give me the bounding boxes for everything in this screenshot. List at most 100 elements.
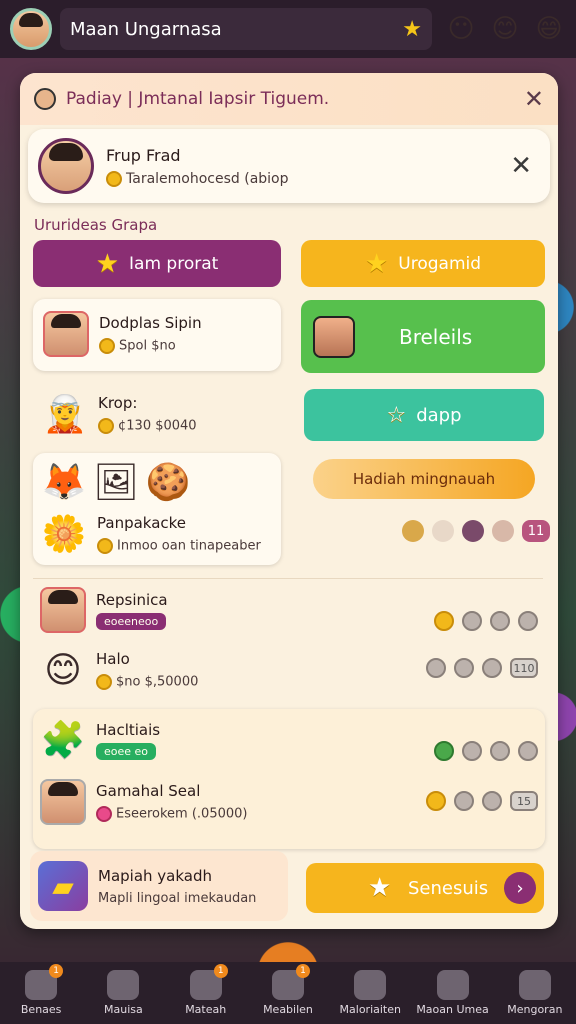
panel-header: Padiay | Jmtanal Iapsir Tiguem. ✕ bbox=[20, 73, 558, 125]
dot-icon[interactable] bbox=[402, 520, 424, 542]
dot-icon bbox=[462, 741, 482, 761]
item-name: Dodplas Sipin bbox=[99, 314, 202, 332]
star-outline-icon: ☆ bbox=[386, 402, 407, 428]
dot-icon bbox=[462, 611, 482, 631]
row-pill: eoee eo bbox=[96, 742, 157, 760]
row-dots bbox=[434, 741, 538, 761]
nav-icon: 1 bbox=[271, 964, 310, 1000]
section-label: Ururideas Grapa bbox=[34, 216, 158, 234]
bottom-nav: 1 Benaes Mauisa 1 Mateah 1 Meabilen Maloria… bbox=[0, 962, 576, 1024]
box-icon: 🧩 bbox=[40, 720, 86, 761]
send-button[interactable]: ★ Senesuis › bbox=[306, 863, 544, 913]
nav-item-4[interactable]: 1 Meabilen bbox=[251, 964, 325, 1016]
notification-icon[interactable]: 😄 bbox=[532, 12, 566, 46]
chevron-right-icon: › bbox=[504, 872, 536, 904]
nav-item-2[interactable]: Mauisa bbox=[86, 970, 160, 1016]
panel-title: Padiay | Jmtanal Iapsir Tiguem. bbox=[66, 89, 330, 109]
profile-avatar bbox=[38, 138, 94, 194]
avatar bbox=[40, 779, 86, 825]
bottom-name: Mapiah yakadh bbox=[98, 866, 213, 885]
smile-icon[interactable]: 😊 bbox=[488, 12, 522, 46]
dot-icon[interactable] bbox=[492, 520, 514, 542]
close-icon[interactable]: ✕ bbox=[524, 85, 544, 113]
dot-icon bbox=[482, 791, 502, 811]
counter-badge[interactable]: 11 bbox=[522, 520, 550, 542]
divider bbox=[33, 578, 543, 579]
close-icon[interactable]: ✕ bbox=[510, 151, 532, 181]
nav-label: Maloriaiten bbox=[339, 1003, 401, 1016]
profile-card: Frup Frad Taralemohocesd (abiop ✕ bbox=[28, 129, 550, 203]
nav-label: Mengoran bbox=[507, 1003, 563, 1016]
fox-icon: 🦊 bbox=[41, 462, 87, 503]
coin-icon bbox=[98, 418, 114, 434]
nav-item-1[interactable]: 1 Benaes bbox=[4, 964, 78, 1016]
star-icon: ★ bbox=[95, 248, 120, 279]
dot-icon[interactable] bbox=[462, 520, 484, 542]
row-end-badge: 15 bbox=[510, 791, 538, 811]
dot-icon bbox=[434, 741, 454, 761]
star-icon: ★ bbox=[368, 873, 392, 903]
dot-icon bbox=[454, 791, 474, 811]
nav-icon bbox=[518, 970, 551, 1000]
purple-button-label: Iam prorat bbox=[129, 253, 219, 274]
nav-label: Maoan Umea bbox=[416, 1003, 489, 1016]
avatar-thumb bbox=[313, 315, 355, 358]
coin-icon bbox=[426, 791, 446, 811]
table-row[interactable]: 😊 Halo $no $,50000 bbox=[40, 647, 198, 693]
row-sub: Eseerokem (.05000) bbox=[116, 806, 248, 822]
nav-item-7[interactable]: Mengoran bbox=[498, 970, 572, 1016]
row-name: Halo bbox=[96, 650, 130, 668]
row-pill: eoeeneoo bbox=[96, 612, 167, 630]
nav-label: Meabilen bbox=[263, 1003, 313, 1016]
list-item[interactable]: 🦊 🖼 🍪 🌼 Panpakacke Inmoo oan tinapeaber bbox=[33, 453, 281, 565]
dot-icon[interactable] bbox=[432, 520, 454, 542]
green-button[interactable]: Breleils bbox=[301, 300, 545, 373]
bottom-sub: Mapli lingoal imekaudan bbox=[98, 890, 257, 906]
coin-icon bbox=[106, 170, 122, 187]
row-name: Gamahal Seal bbox=[96, 782, 201, 800]
teal-button-label: dapp bbox=[416, 404, 462, 426]
item-name: Panpakacke bbox=[97, 514, 187, 532]
hadiah-button-label: Hadiah mingnauah bbox=[352, 470, 496, 488]
avatar bbox=[43, 311, 89, 357]
item-name: Krop: bbox=[98, 394, 138, 412]
nav-item-5[interactable]: Maloriaiten bbox=[333, 970, 407, 1016]
list-item[interactable]: Dodplas Sipin Spol $no bbox=[33, 299, 281, 371]
table-row[interactable]: 🧩 Hacltiais eoee eo bbox=[40, 717, 161, 763]
dot-icon bbox=[426, 658, 446, 678]
header-avatar bbox=[34, 88, 56, 110]
nav-label: Benaes bbox=[20, 1003, 62, 1016]
nav-item-6[interactable]: Maoan Umea bbox=[416, 970, 490, 1016]
item-sub: Spol $no bbox=[119, 338, 176, 354]
nav-item-3[interactable]: 1 Mateah bbox=[169, 964, 243, 1016]
flower-icon: 🌼 bbox=[41, 514, 87, 555]
table-row[interactable]: Repsinica eoeeneoo bbox=[40, 587, 168, 633]
row-dots: 110 bbox=[426, 658, 538, 678]
row-dots bbox=[434, 611, 538, 631]
nav-icon: 1 bbox=[189, 964, 228, 1000]
dot-icon bbox=[518, 741, 538, 761]
row-sub: $no $,50000 bbox=[116, 674, 199, 690]
row-name: Repsinica bbox=[96, 590, 168, 609]
avatar bbox=[40, 587, 86, 633]
nav-badge: 1 bbox=[213, 964, 228, 978]
orange-button[interactable]: ★ Urogamid bbox=[301, 240, 545, 287]
dot-icon bbox=[490, 741, 510, 761]
table-row[interactable]: Gamahal Seal Eseerokem (.05000) bbox=[40, 779, 248, 825]
teal-button[interactable]: ☆ dapp bbox=[304, 389, 544, 441]
list-item[interactable]: 🧝 Krop: ¢130 $0040 bbox=[42, 391, 197, 437]
frame-icon: 🖼 bbox=[93, 462, 139, 503]
friend-icon[interactable]: 😶 bbox=[444, 12, 478, 46]
profile-name: Frup Frad bbox=[106, 145, 181, 165]
purple-button[interactable]: ★ Iam prorat bbox=[33, 240, 281, 287]
coin-icon bbox=[99, 338, 115, 354]
row-name: Hacltiais bbox=[96, 720, 161, 739]
heart-icon bbox=[96, 806, 112, 822]
user-avatar[interactable] bbox=[10, 8, 52, 50]
bottom-item[interactable]: ▰ Mapiah yakadh Mapli lingoal imekaudan bbox=[30, 851, 288, 921]
smiley-icon: 😊 bbox=[44, 649, 82, 691]
user-name-box[interactable]: Maan Ungarnasa ★ bbox=[60, 8, 432, 50]
dot-icon bbox=[490, 611, 510, 631]
dot-icon bbox=[518, 611, 538, 631]
hadiah-button[interactable]: Hadiah mingnauah bbox=[313, 459, 535, 499]
